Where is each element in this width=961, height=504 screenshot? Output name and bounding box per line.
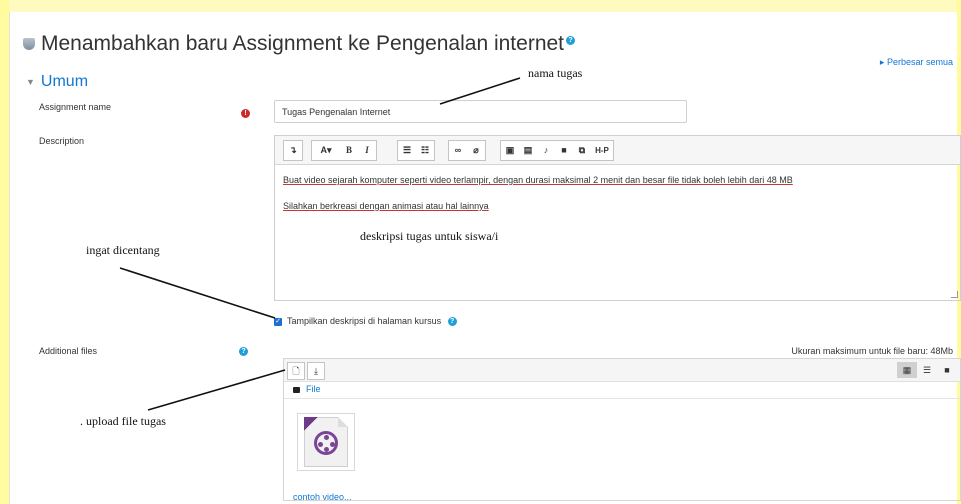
resize-handle[interactable]: [951, 291, 958, 298]
help-icon[interactable]: ?: [239, 347, 248, 356]
file-manager: 🗋 ⤓ ▦ ☰ ■ File contoh video...: [283, 358, 961, 502]
unlink-icon[interactable]: ⌀: [467, 141, 485, 160]
section-header-general[interactable]: ▼ Umum: [26, 73, 88, 91]
description-editor[interactable]: ↴ A▾ B I ☰ ☷ ∞ ⌀ ▣ ▤ ♪ ■ ⧉ H-P Buat vide…: [274, 135, 961, 301]
annotation-description: deskripsi tugas untuk siswa/i: [360, 229, 499, 243]
help-icon[interactable]: ?: [566, 36, 576, 45]
help-icon[interactable]: ?: [447, 317, 457, 327]
font-style-button[interactable]: A▾: [312, 141, 340, 160]
assignment-name-label: Assignment name: [39, 102, 112, 112]
show-description-checkbox[interactable]: ✓: [274, 317, 282, 326]
file-name-link[interactable]: contoh video...: [293, 492, 352, 502]
yellow-frame-left: [0, 0, 9, 504]
folder-view-icon[interactable]: ■: [937, 362, 957, 378]
required-icon: !: [241, 109, 250, 118]
ordered-list-icon[interactable]: ☷: [416, 141, 434, 160]
file-thumbnail[interactable]: [297, 413, 355, 471]
annotation-checkbox: ingat dicentang: [86, 243, 160, 257]
annotation-upload: . upload file tugas: [80, 414, 166, 428]
divider: [284, 398, 960, 399]
assignment-icon: [23, 38, 35, 51]
media-icon[interactable]: ▤: [519, 141, 537, 160]
description-line: Silahkan berkreasi dengan animasi atau h…: [283, 201, 489, 211]
collapse-toolbar-button[interactable]: ↴: [284, 141, 302, 160]
microphone-icon[interactable]: ♪: [537, 141, 555, 160]
page-title: Menambahkan baru Assignment ke Pengenala…: [23, 32, 576, 56]
h5p-button[interactable]: H-P: [591, 141, 613, 160]
expand-all-link[interactable]: ▸ Perbesar semua: [880, 57, 953, 68]
show-description-row[interactable]: ✓ Tampilkan deskripsi di halaman kursus ?: [274, 316, 457, 327]
chevron-down-icon: ▼: [26, 76, 35, 87]
page-content: Menambahkan baru Assignment ke Pengenala…: [9, 12, 961, 504]
italic-button[interactable]: I: [358, 141, 376, 160]
list-view-icon[interactable]: ☰: [917, 362, 937, 378]
description-line: Buat video sejarah komputer seperti vide…: [283, 175, 793, 185]
grid-view-icon[interactable]: ▦: [897, 362, 917, 378]
editor-content[interactable]: Buat video sejarah komputer seperti vide…: [283, 174, 793, 226]
description-label: Description: [39, 136, 85, 146]
unordered-list-icon[interactable]: ☰: [398, 141, 416, 160]
annotation-assignment-name: nama tugas: [528, 66, 583, 80]
additional-files-label: Additional files: [39, 346, 98, 356]
video-camera-icon[interactable]: ■: [555, 141, 573, 160]
link-icon[interactable]: ∞: [449, 141, 467, 160]
yellow-frame-top: [0, 0, 961, 12]
assignment-name-input[interactable]: [274, 100, 687, 123]
max-file-size-text: Ukuran maksimum untuk file baru: 48Mb: [791, 346, 953, 356]
folder-icon: [293, 386, 300, 393]
editor-toolbar: ↴ A▾ B I ☰ ☷ ∞ ⌀ ▣ ▤ ♪ ■ ⧉ H-P: [275, 136, 960, 165]
add-file-icon[interactable]: 🗋: [287, 362, 305, 380]
manage-files-icon[interactable]: ⧉: [573, 141, 591, 160]
image-icon[interactable]: ▣: [501, 141, 519, 160]
view-switcher: ▦ ☰ ■: [897, 362, 957, 378]
bold-button[interactable]: B: [340, 141, 358, 160]
download-icon[interactable]: ⤓: [307, 362, 325, 380]
file-manager-toolbar: 🗋 ⤓ ▦ ☰ ■: [284, 359, 960, 382]
folder-path[interactable]: File: [293, 384, 321, 394]
video-file-icon: [304, 417, 348, 467]
